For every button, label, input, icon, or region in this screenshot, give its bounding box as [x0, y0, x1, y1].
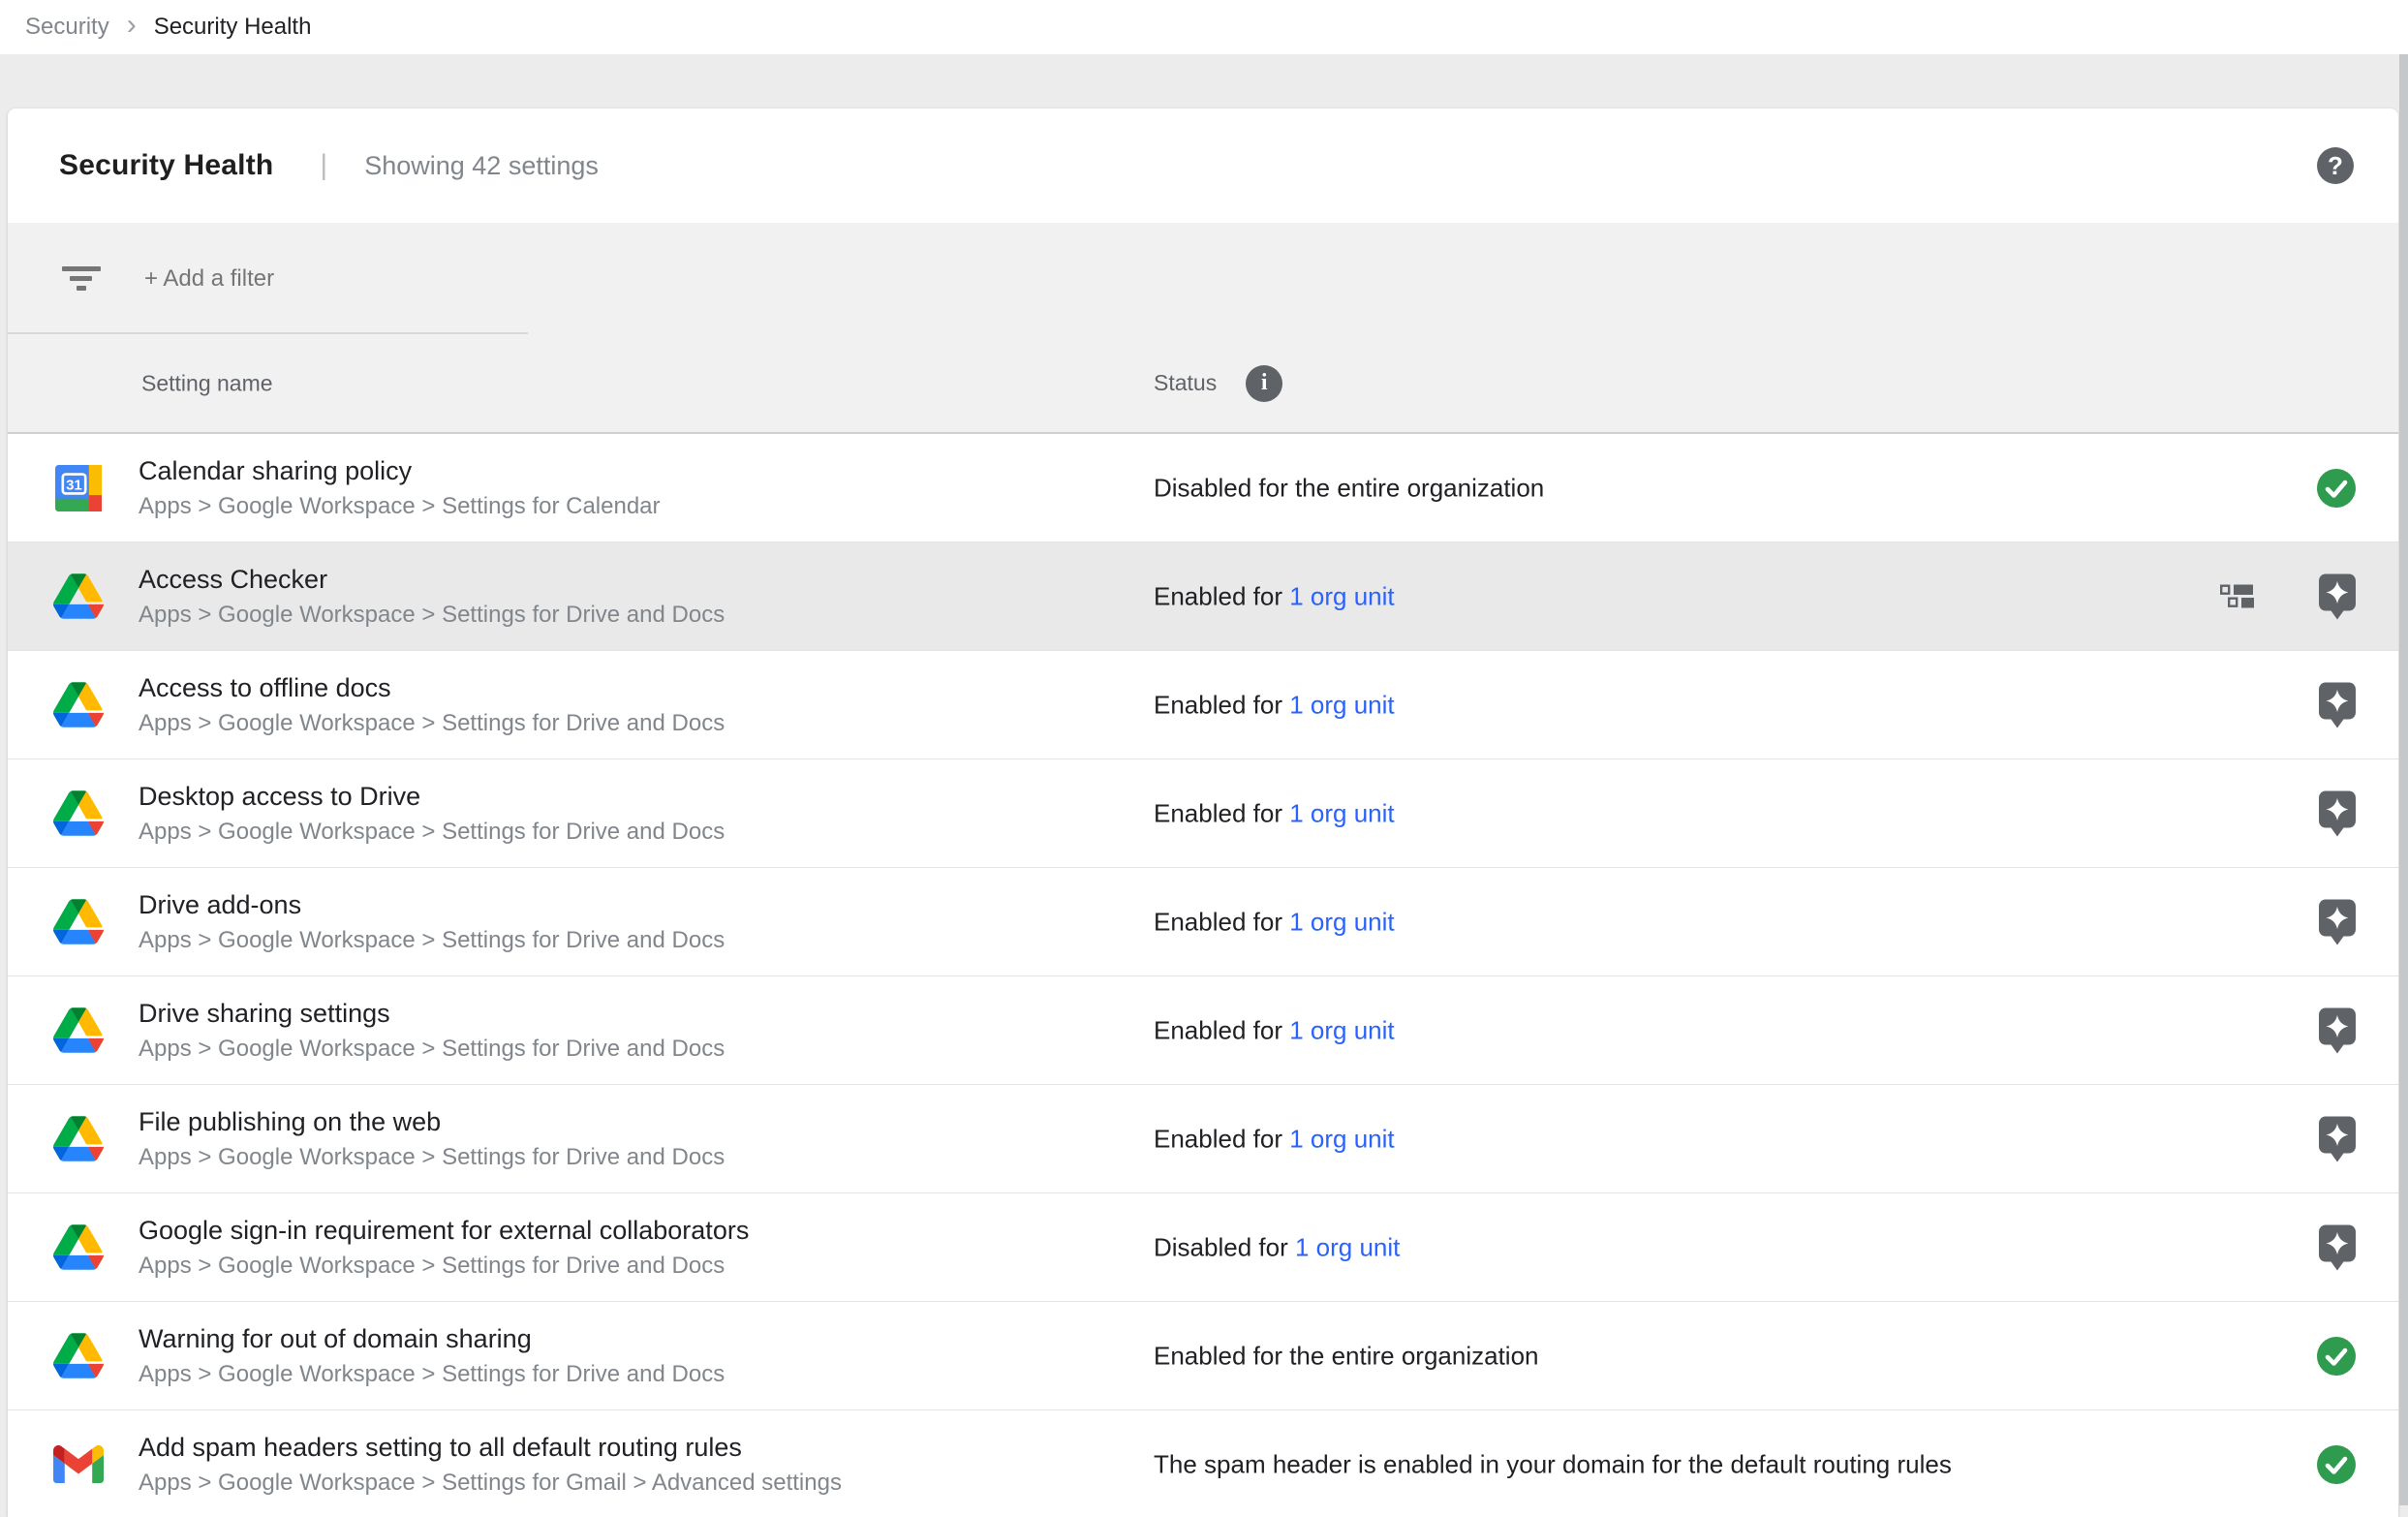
org-unit-link[interactable]: 1 org unit — [1289, 907, 1394, 936]
help-icon[interactable]: ? — [2317, 147, 2354, 184]
table-row[interactable]: Warning for out of domain sharing Apps >… — [8, 1302, 2398, 1410]
setting-status: Enabled for 1 org unit — [1154, 907, 1395, 937]
setting-path: Apps > Google Workspace > Settings for D… — [139, 927, 725, 954]
google-calendar-icon: 31 — [53, 463, 104, 513]
breadcrumb: Security › Security Health — [0, 0, 2408, 54]
setting-status: Enabled for 1 org unit — [1154, 1015, 1395, 1045]
google-drive-icon — [53, 789, 104, 839]
table-row[interactable]: Access to offline docs Apps > Google Wor… — [8, 651, 2398, 759]
recommendation-badge-icon[interactable] — [2319, 1116, 2356, 1161]
table-row[interactable]: Drive add-ons Apps > Google Workspace > … — [8, 868, 2398, 976]
table-row[interactable]: Drive sharing settings Apps > Google Wor… — [8, 976, 2398, 1085]
setting-path: Apps > Google Workspace > Settings for D… — [139, 1036, 725, 1063]
add-filter-button[interactable]: + Add a filter — [144, 265, 274, 293]
page-title: Security Health — [59, 149, 273, 182]
google-drive-icon — [53, 680, 104, 730]
recommendation-badge-icon[interactable] — [2319, 790, 2356, 836]
setting-status: The spam header is enabled in your domai… — [1154, 1449, 1952, 1479]
org-units-icon[interactable] — [2220, 585, 2255, 608]
setting-name[interactable]: Calendar sharing policy — [139, 456, 661, 486]
setting-name[interactable]: Drive sharing settings — [139, 999, 725, 1029]
title-divider: | — [320, 149, 327, 182]
recommendation-badge-icon[interactable] — [2319, 573, 2356, 619]
gmail-icon — [53, 1440, 104, 1490]
recommendation-badge-icon[interactable] — [2319, 1007, 2356, 1053]
info-icon[interactable]: i — [1246, 365, 1282, 402]
setting-status: Enabled for 1 org unit — [1154, 1124, 1395, 1154]
card-header: Security Health | Showing 42 settings ? — [8, 108, 2398, 223]
table-header: Setting name Status i — [8, 334, 2398, 434]
setting-path: Apps > Google Workspace > Settings for G… — [139, 1470, 842, 1497]
org-unit-link[interactable]: 1 org unit — [1289, 798, 1394, 827]
column-header-status: Status i — [1154, 365, 1282, 402]
org-unit-link[interactable]: 1 org unit — [1289, 581, 1394, 610]
google-drive-icon — [53, 1006, 104, 1056]
setting-path: Apps > Google Workspace > Settings for C… — [139, 493, 661, 520]
google-drive-icon — [53, 1114, 104, 1164]
setting-path: Apps > Google Workspace > Settings for D… — [139, 1361, 725, 1388]
settings-list: 31 Calendar sharing policy Apps > Google… — [8, 434, 2398, 1517]
setting-name[interactable]: Warning for out of domain sharing — [139, 1324, 725, 1354]
breadcrumb-separator-icon: › — [127, 11, 137, 40]
check-circle-icon — [2317, 1337, 2356, 1376]
recommendation-badge-icon[interactable] — [2319, 1224, 2356, 1270]
setting-path: Apps > Google Workspace > Settings for D… — [139, 1144, 725, 1171]
setting-path: Apps > Google Workspace > Settings for D… — [139, 602, 725, 629]
org-unit-link[interactable]: 1 org unit — [1289, 1015, 1394, 1044]
setting-path: Apps > Google Workspace > Settings for D… — [139, 1253, 749, 1280]
setting-name[interactable]: File publishing on the web — [139, 1107, 725, 1137]
setting-status: Enabled for 1 org unit — [1154, 798, 1395, 828]
google-drive-icon — [53, 897, 104, 947]
google-drive-icon — [53, 1331, 104, 1381]
setting-name[interactable]: Desktop access to Drive — [139, 782, 725, 812]
table-row[interactable]: Google sign-in requirement for external … — [8, 1193, 2398, 1302]
table-row[interactable]: Add spam headers setting to all default … — [8, 1410, 2398, 1517]
table-row[interactable]: 31 Calendar sharing policy Apps > Google… — [8, 434, 2398, 542]
setting-path: Apps > Google Workspace > Settings for D… — [139, 819, 725, 846]
setting-name[interactable]: Access to offline docs — [139, 673, 725, 703]
setting-status: Enabled for 1 org unit — [1154, 581, 1395, 611]
org-unit-link[interactable]: 1 org unit — [1289, 690, 1394, 719]
setting-path: Apps > Google Workspace > Settings for D… — [139, 710, 725, 737]
google-drive-icon — [53, 572, 104, 622]
security-health-card: Security Health | Showing 42 settings ? … — [8, 108, 2398, 1517]
svg-text:31: 31 — [66, 477, 82, 493]
setting-name[interactable]: Google sign-in requirement for external … — [139, 1216, 749, 1246]
setting-name[interactable]: Drive add-ons — [139, 890, 725, 920]
security-health-page: { "breadcrumb": { "parent": "Security", … — [0, 0, 2408, 1505]
recommendation-badge-icon[interactable] — [2319, 682, 2356, 728]
scrollbar[interactable] — [2399, 54, 2408, 1505]
table-row[interactable]: Access Checker Apps > Google Workspace >… — [8, 542, 2398, 651]
column-header-setting-name: Setting name — [141, 370, 273, 396]
setting-status: Enabled for 1 org unit — [1154, 690, 1395, 720]
setting-status: Disabled for 1 org unit — [1154, 1232, 1400, 1262]
setting-name[interactable]: Access Checker — [139, 565, 725, 595]
settings-count: Showing 42 settings — [364, 151, 599, 181]
setting-status: Disabled for the entire organization — [1154, 473, 1544, 503]
table-row[interactable]: File publishing on the web Apps > Google… — [8, 1085, 2398, 1193]
table-row[interactable]: Desktop access to Drive Apps > Google Wo… — [8, 759, 2398, 868]
breadcrumb-parent-link[interactable]: Security — [25, 14, 109, 41]
recommendation-badge-icon[interactable] — [2319, 899, 2356, 944]
setting-name[interactable]: Add spam headers setting to all default … — [139, 1433, 842, 1463]
check-circle-icon — [2317, 1445, 2356, 1484]
org-unit-link[interactable]: 1 org unit — [1295, 1232, 1400, 1261]
org-unit-link[interactable]: 1 org unit — [1289, 1124, 1394, 1153]
filter-icon — [62, 266, 101, 292]
breadcrumb-current: Security Health — [154, 14, 312, 41]
filter-bar: + Add a filter — [8, 223, 2398, 334]
check-circle-icon — [2317, 469, 2356, 508]
google-drive-icon — [53, 1223, 104, 1273]
setting-status: Enabled for the entire organization — [1154, 1341, 1539, 1371]
